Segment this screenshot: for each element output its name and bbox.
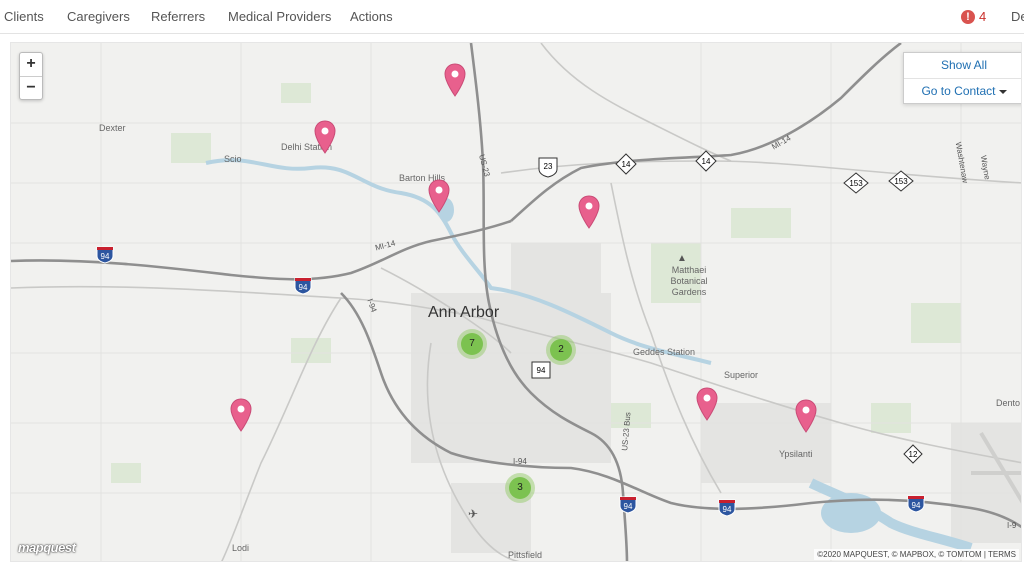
marker-cluster[interactable]: 2 [546, 335, 576, 365]
caret-down-icon [998, 89, 1007, 94]
zoom-in-button[interactable]: + [20, 53, 42, 76]
place-label: Matthaei Botanical Gardens [670, 265, 708, 297]
zoom-out-button[interactable]: − [20, 76, 42, 99]
place-label: Superior [724, 370, 759, 380]
location-pin[interactable] [428, 179, 450, 213]
cluster-count: 2 [550, 339, 572, 361]
place-label: Lodi [232, 543, 250, 553]
mapquest-logo: mapquest [18, 540, 76, 555]
show-all-label: Show All [940, 58, 988, 72]
top-navigation: Clients Caregivers Referrers Medical Pro… [0, 0, 1024, 34]
location-pin[interactable] [696, 387, 718, 421]
go-to-contact-label: Go to Contact [921, 84, 996, 98]
location-pin[interactable] [795, 399, 817, 433]
nav-caregivers[interactable]: Caregivers [67, 9, 130, 24]
cluster-count: 3 [509, 477, 531, 499]
alerts-button[interactable]: ! 4 [961, 9, 986, 24]
place-label: Scio [224, 154, 242, 164]
location-pin[interactable] [314, 120, 336, 154]
place-label: Ypsilanti [779, 449, 813, 459]
nav-clients[interactable]: Clients [4, 9, 44, 24]
location-pin[interactable] [444, 63, 466, 97]
show-all-button[interactable]: Show All [904, 53, 1021, 78]
user-menu[interactable]: De [1011, 9, 1024, 24]
go-to-contact-dropdown[interactable]: Go to Contact [904, 78, 1021, 103]
alert-count: 4 [979, 9, 987, 24]
marker-cluster[interactable]: 3 [505, 473, 535, 503]
marker-cluster[interactable]: 7 [457, 329, 487, 359]
place-label-ann-arbor: Ann Arbor [428, 304, 500, 321]
nav-actions[interactable]: Actions [350, 9, 393, 24]
place-label: Geddes Station [633, 347, 696, 357]
road-label: I-94 [513, 457, 527, 466]
cluster-count: 7 [461, 333, 483, 355]
exclamation-icon: ! [961, 9, 975, 24]
map-attribution[interactable]: ©2020 MAPQUEST, © MAPBOX, © TOMTOM | TER… [814, 549, 1019, 560]
nav-referrers[interactable]: Referrers [151, 9, 205, 24]
location-pin[interactable] [230, 398, 252, 432]
road-label: I-9 [1007, 521, 1017, 530]
place-label: Pittsfield [508, 550, 543, 560]
place-label: Dexter [99, 123, 126, 133]
nav-medical-providers[interactable]: Medical Providers [228, 9, 331, 24]
zoom-control: + − [19, 52, 43, 100]
map-view[interactable]: Dexter Scio Delhi Station Barton Hills A… [10, 42, 1022, 562]
place-label: Dento [996, 398, 1021, 408]
location-pin[interactable] [578, 195, 600, 229]
map-actions-panel: Show All Go to Contact [903, 52, 1021, 104]
